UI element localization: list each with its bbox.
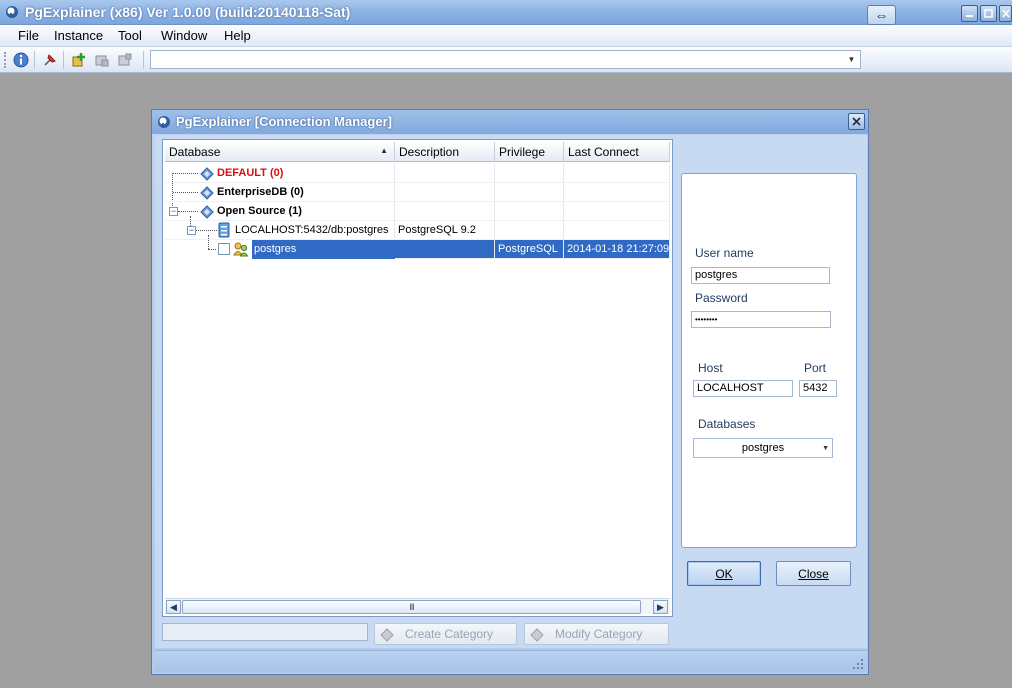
dialog-close-button[interactable]: [848, 113, 865, 130]
connection-tree[interactable]: Database ▲ Description Privilege Last Co…: [162, 139, 673, 617]
toolbar-grip[interactable]: [4, 52, 7, 68]
close-icon: [852, 117, 861, 126]
users-icon: [233, 242, 249, 257]
category-icon: [380, 628, 394, 642]
close-icon: [1001, 9, 1010, 18]
dialog-status-bar: [155, 650, 867, 672]
menu-help[interactable]: Help: [222, 28, 253, 43]
databases-select[interactable]: postgres ▼: [693, 438, 833, 458]
create-category-button[interactable]: Create Category: [374, 623, 517, 645]
modify-category-button[interactable]: Modify Category: [524, 623, 669, 645]
ok-button[interactable]: OK: [687, 561, 761, 586]
row-checkbox[interactable]: [218, 243, 230, 255]
dialog-title: PgExplainer [Connection Manager]: [176, 114, 392, 129]
sort-ascending-icon: ▲: [380, 146, 388, 155]
maximize-button[interactable]: [980, 5, 997, 22]
connection-manager-dialog: PgExplainer [Connection Manager] Databas…: [151, 109, 869, 675]
elephant-app-icon: [158, 116, 170, 128]
toolbar-separator: [34, 51, 35, 69]
port-field[interactable]: 5432: [799, 380, 837, 397]
menu-instance[interactable]: Instance: [52, 28, 105, 43]
elephant-app-icon: [6, 6, 18, 18]
username-field[interactable]: postgres: [691, 267, 830, 284]
column-last-connect[interactable]: Last Connect: [564, 142, 670, 162]
menu-file[interactable]: File: [16, 28, 41, 43]
host-field[interactable]: LOCALHOST: [693, 380, 793, 397]
category-icon: [530, 628, 544, 642]
connection-form-panel: User name postgres Password •••••••• Hos…: [681, 173, 857, 548]
add-connection-icon[interactable]: [70, 51, 88, 69]
tree-row[interactable]: − Open Source (1): [165, 202, 670, 221]
tree-node-default: DEFAULT (0): [217, 167, 284, 179]
category-icon: [200, 167, 214, 181]
databases-label: Databases: [698, 417, 756, 431]
menu-window[interactable]: Window: [159, 28, 209, 43]
host-label: Host: [698, 361, 723, 375]
progress-bar: [162, 623, 368, 641]
scroll-thumb[interactable]: III: [182, 600, 641, 614]
password-label: Password: [695, 291, 748, 305]
swap-arrows-icon: ⇔: [874, 7, 889, 23]
column-database[interactable]: Database ▲: [165, 142, 395, 162]
tree-header: Database ▲ Description Privilege Last Co…: [165, 142, 670, 162]
horizontal-scrollbar[interactable]: ◀ III ▶: [165, 598, 670, 614]
tree-node-enterprisedb: EnterpriseDB (0): [217, 186, 304, 198]
toolbar: ▼: [0, 47, 1012, 73]
toolbar-combo[interactable]: ▼: [150, 50, 861, 69]
minimize-button[interactable]: [961, 5, 978, 22]
disconnect-icon[interactable]: [116, 51, 134, 69]
scroll-left-button[interactable]: ◀: [166, 600, 181, 614]
column-privilege[interactable]: Privilege: [495, 142, 564, 162]
dialog-title-bar: PgExplainer [Connection Manager]: [152, 110, 868, 134]
modify-category-label: Modify Category: [555, 627, 643, 641]
toolbar-separator: [143, 51, 144, 69]
main-title-bar: PgExplainer (x86) Ver 1.0.00 (build:2014…: [0, 0, 1012, 25]
connect-icon[interactable]: [93, 51, 111, 69]
username-label: User name: [695, 246, 754, 260]
last-connect-cell: 2014-01-18 21:27:09: [564, 240, 670, 259]
database-server-icon: [218, 222, 230, 238]
tree-row[interactable]: DEFAULT (0): [165, 164, 670, 183]
window-title: PgExplainer (x86) Ver 1.0.00 (build:2014…: [25, 4, 351, 20]
port-label: Port: [804, 361, 827, 375]
databases-select-value: postgres: [741, 442, 785, 454]
collapse-icon[interactable]: −: [169, 207, 178, 216]
toolbar-separator: [63, 51, 64, 69]
close-window-button[interactable]: [999, 5, 1012, 22]
tree-node-postgres: postgres: [254, 243, 297, 255]
close-button[interactable]: Close: [776, 561, 851, 586]
chevron-down-icon: ▼: [822, 445, 829, 452]
create-category-label: Create Category: [405, 627, 494, 641]
tree-row[interactable]: PostgreSQL 9.2 − LOCALHOST:5432/db:postg…: [165, 221, 670, 240]
tree-node-localhost: LOCALHOST:5432/db:postgres: [235, 224, 389, 236]
category-icon: [200, 186, 214, 200]
swap-arrows-button[interactable]: ⇔: [867, 5, 896, 25]
tree-row-selected[interactable]: PostgreSQL 2014-01-18 21:27:09 postgres: [165, 240, 670, 259]
password-field[interactable]: ••••••••: [691, 311, 831, 328]
menu-bar: File Instance Tool Window Help: [0, 25, 1012, 47]
privilege-cell: PostgreSQL: [495, 240, 564, 259]
category-icon: [200, 205, 214, 219]
menu-tool[interactable]: Tool: [116, 28, 144, 43]
maximize-icon: [984, 9, 993, 18]
dialog-body: Database ▲ Description Privilege Last Co…: [155, 135, 867, 648]
pin-icon[interactable]: [41, 51, 59, 69]
tree-row[interactable]: EnterpriseDB (0): [165, 183, 670, 202]
column-description[interactable]: Description: [395, 142, 495, 162]
info-icon[interactable]: [12, 51, 30, 69]
chevron-down-icon[interactable]: ▼: [843, 51, 860, 68]
resize-grip-icon[interactable]: [853, 659, 864, 670]
tree-node-open-source: Open Source (1): [217, 205, 302, 217]
collapse-icon[interactable]: −: [187, 226, 196, 235]
scroll-right-button[interactable]: ▶: [653, 600, 668, 614]
minimize-icon: [966, 15, 973, 17]
